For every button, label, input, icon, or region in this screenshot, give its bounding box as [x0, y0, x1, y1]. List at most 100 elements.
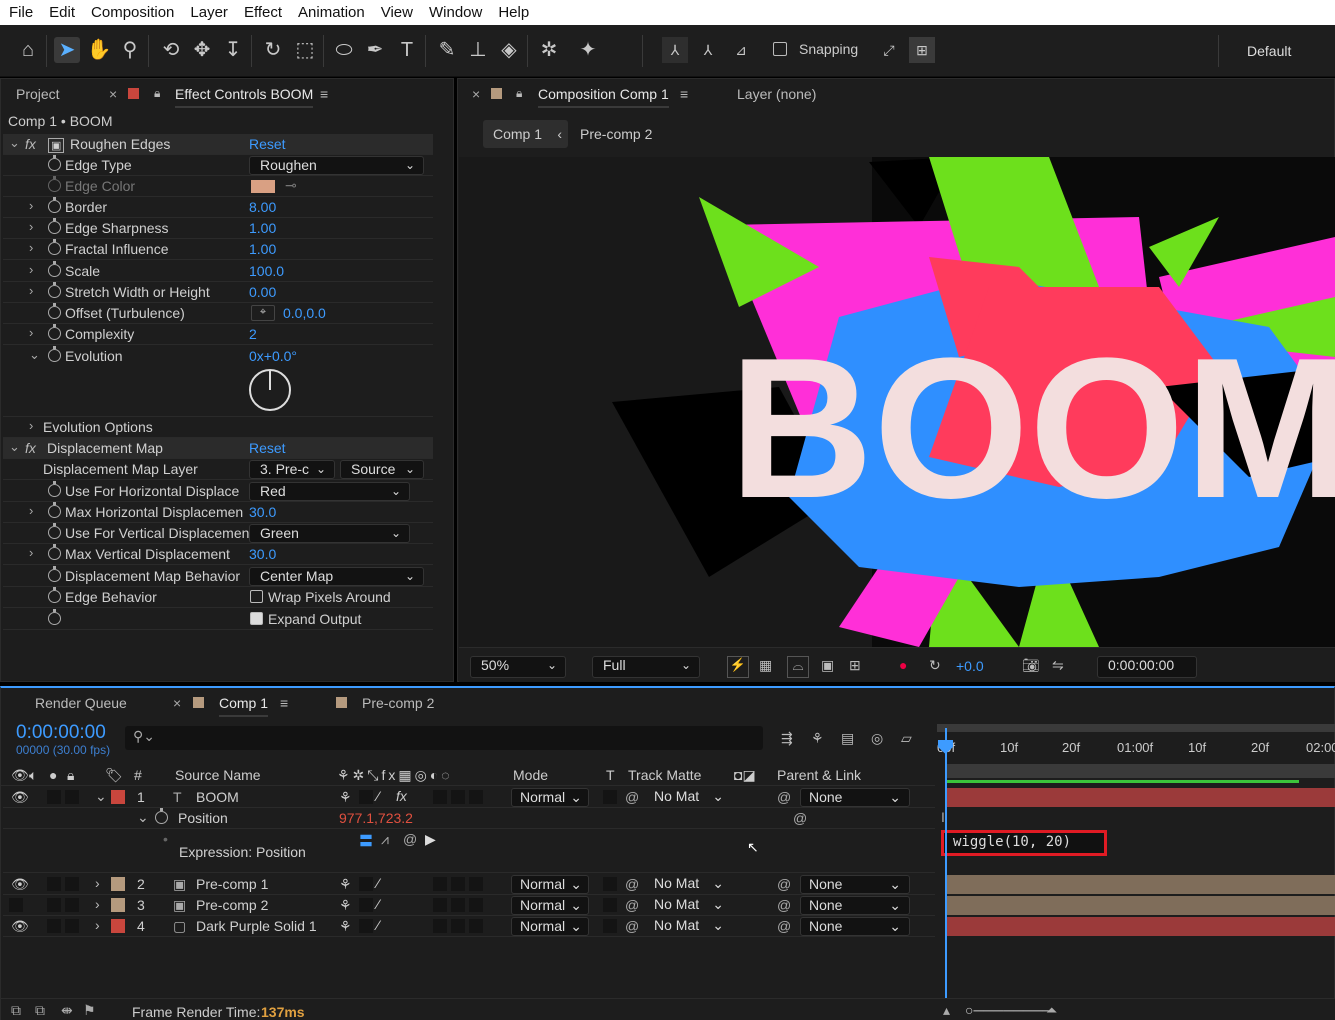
reset-link[interactable]: Reset — [249, 136, 286, 152]
brush-icon[interactable]: ✎ — [434, 37, 460, 63]
menu-effect[interactable]: Effect — [235, 4, 289, 21]
stopwatch-icon[interactable] — [48, 346, 61, 362]
orbit-icon[interactable]: ⟲ — [158, 37, 184, 63]
solo-toggle[interactable] — [47, 898, 61, 912]
eye-icon[interactable]: 👁︎ — [11, 789, 29, 806]
grid-guides-icon[interactable]: ⊞ — [849, 657, 861, 674]
effect-displacement-map[interactable]: ⌄ fx Displacement Map Reset — [3, 438, 433, 459]
solo-toggle[interactable] — [47, 877, 61, 891]
preserve-transparency-toggle[interactable] — [603, 877, 617, 891]
track-matte-dropdown[interactable]: No Mat ⌄ — [646, 788, 730, 807]
edge-type-dropdown[interactable]: Roughen ⌄ — [249, 156, 424, 175]
zoom-icon[interactable]: ⚲ — [117, 37, 143, 63]
quality-switch-icon[interactable]: ⁄ — [377, 788, 379, 804]
parent-pickwhip-icon[interactable]: @ — [777, 876, 791, 892]
snapping-checkbox[interactable] — [773, 42, 787, 56]
pan-icon[interactable]: ✥ — [189, 37, 215, 63]
tab-composition[interactable]: Composition Comp 1 — [538, 86, 669, 108]
eraser-icon[interactable]: ◈ — [496, 37, 522, 63]
stopwatch-icon[interactable] — [48, 282, 61, 298]
expression-graph-icon[interactable]: ⩘ — [381, 831, 389, 848]
adjustment-switch[interactable] — [451, 898, 465, 912]
chevron-down-icon[interactable]: ⌄ — [9, 135, 20, 151]
lock-icon[interactable]: 🔒︎ — [67, 767, 74, 784]
toggle-layer-switches-icon[interactable]: ⧉ — [11, 1002, 21, 1019]
eye-icon[interactable]: 👁︎ — [11, 876, 29, 893]
map-behavior-dropdown[interactable]: Center Map ⌄ — [249, 567, 424, 586]
quality-switch-icon[interactable]: ⁄ — [377, 917, 379, 933]
shy-icon[interactable]: ⚘ — [811, 730, 824, 747]
stopwatch-icon[interactable] — [48, 197, 61, 213]
preserve-transparency-toggle[interactable] — [603, 898, 617, 912]
col-source-name[interactable]: Source Name — [175, 767, 261, 783]
horizontal-channel-dropdown[interactable]: Red ⌄ — [249, 482, 410, 501]
evolution-value[interactable]: 0x+0.0° — [249, 348, 297, 364]
track-matte-dropdown[interactable]: No Mat ⌄ — [646, 875, 730, 894]
snap-option-icon[interactable]: ⤢ — [876, 37, 902, 63]
anchor-icon[interactable]: ⬚ — [292, 37, 318, 63]
stopwatch-icon[interactable] — [48, 566, 61, 582]
layer-name[interactable]: Pre-comp 1 — [196, 876, 268, 892]
solo-toggle[interactable] — [47, 919, 61, 933]
menu-edit[interactable]: Edit — [40, 4, 82, 21]
layer-duration-bar[interactable] — [947, 875, 1335, 894]
layer-name[interactable]: BOOM — [196, 789, 239, 805]
menu-help[interactable]: Help — [489, 4, 536, 21]
tab-effect-controls[interactable]: Effect Controls BOOM — [175, 86, 314, 108]
fx-icon[interactable]: fx — [25, 440, 36, 456]
tab-comp1[interactable]: Comp 1 — [219, 695, 269, 717]
menu-composition[interactable]: Composition — [82, 4, 181, 21]
edge-color-swatch[interactable] — [251, 180, 275, 193]
exposure-value[interactable]: +0.0 — [956, 658, 984, 674]
chevron-down-icon[interactable]: ⌄ — [137, 809, 149, 826]
stopwatch-icon[interactable] — [48, 155, 61, 171]
ellipse-icon[interactable]: ⬭ — [331, 37, 357, 63]
max-h-value[interactable]: 30.0 — [249, 504, 276, 520]
tab-precomp2[interactable]: Pre-comp 2 — [362, 695, 434, 711]
mask-visibility-icon[interactable]: ⌓ — [787, 656, 809, 678]
expression-pickwhip-icon[interactable]: @ — [403, 831, 417, 847]
motion-blur-icon[interactable]: ◎ — [871, 730, 883, 747]
mode-dropdown[interactable]: Normal ⌄ — [511, 875, 589, 894]
tab-render-queue[interactable]: Render Queue — [35, 695, 127, 711]
3d-switch[interactable] — [469, 898, 483, 912]
chevron-right-icon[interactable]: › — [95, 896, 100, 912]
zoom-dropdown[interactable]: 50% ⌄ — [470, 656, 566, 678]
map-layer-dropdown[interactable]: 3. Pre-c ⌄ — [249, 460, 335, 479]
stamp-icon[interactable]: ⊥ — [465, 37, 491, 63]
eye-icon[interactable]: 👁︎ — [11, 767, 29, 784]
expression-editor[interactable]: wiggle(10, 20) — [941, 830, 1107, 856]
tab-layer[interactable]: Layer (none) — [737, 86, 816, 102]
pen-icon[interactable]: ✒ — [362, 37, 388, 63]
3d-switch[interactable] — [469, 790, 483, 804]
layer-duration-bar[interactable] — [947, 788, 1335, 807]
pickwhip-icon[interactable]: @ — [793, 810, 807, 826]
motion-blur-switch[interactable] — [433, 919, 447, 933]
rotate-icon[interactable]: ↻ — [260, 37, 286, 63]
effect-roughen-edges[interactable]: ⌄ fx ▣ Roughen Edges Reset — [3, 134, 433, 155]
lock-toggle[interactable] — [65, 898, 79, 912]
preserve-transparency-toggle[interactable] — [603, 790, 617, 804]
menu-animation[interactable]: Animation — [289, 4, 372, 21]
mode-dropdown[interactable]: Normal ⌄ — [511, 788, 589, 807]
tab-project[interactable]: Project — [16, 86, 60, 102]
label-icon[interactable]: 🏷︎ — [105, 767, 123, 784]
layer-name[interactable]: Dark Purple Solid 1 — [196, 918, 317, 934]
parent-pickwhip-icon[interactable]: @ — [777, 789, 791, 805]
close-icon[interactable]: × — [173, 695, 181, 711]
pickwhip-icon[interactable]: @ — [625, 918, 639, 934]
label-color-swatch[interactable] — [111, 898, 125, 912]
close-icon[interactable]: × — [472, 86, 480, 102]
lock-toggle[interactable] — [65, 919, 79, 933]
pickwhip-icon[interactable]: @ — [625, 897, 639, 913]
chevron-down-icon[interactable]: ⌄ — [9, 439, 20, 455]
parent-pickwhip-icon[interactable]: @ — [777, 918, 791, 934]
transparency-grid-icon[interactable]: ▦ — [759, 657, 772, 674]
reset-link[interactable]: Reset — [249, 440, 286, 456]
puppet-icon[interactable]: ✦ — [575, 37, 601, 63]
shy-switch-icon[interactable]: ⚘ — [339, 918, 352, 935]
stopwatch-icon[interactable] — [48, 261, 61, 277]
lock-icon[interactable]: 🔒︎ — [516, 86, 522, 101]
timeline-timecode[interactable]: 0:00:00:00 — [16, 722, 106, 744]
expression-language-menu-icon[interactable]: ▶ — [425, 831, 436, 848]
